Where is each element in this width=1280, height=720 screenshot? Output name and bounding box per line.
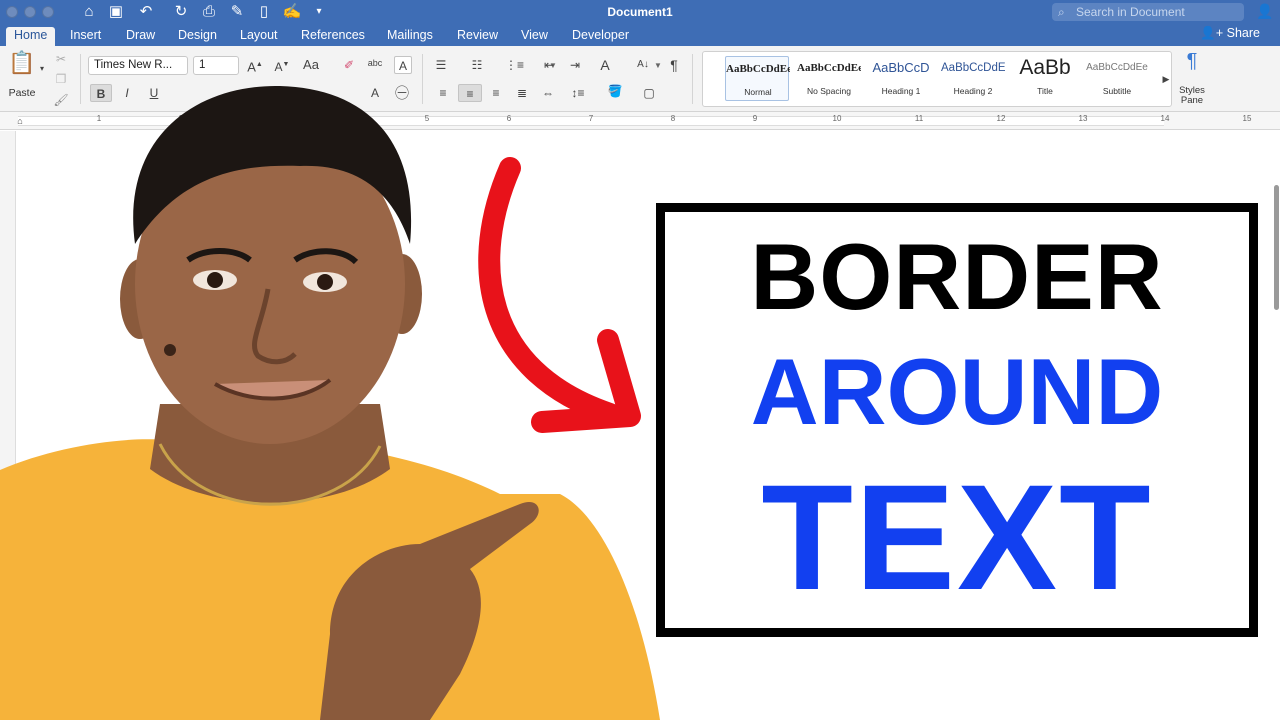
style-name: Subtitle [1102, 86, 1132, 96]
text-effects-icon[interactable]: A [596, 56, 614, 74]
styles-pane-icon[interactable]: ¶ [1180, 51, 1204, 82]
phonetic-guide-icon[interactable]: abc [366, 54, 384, 72]
style-subtitle[interactable]: AaBbCcDdEe Subtitle [1085, 56, 1149, 101]
search-placeholder: Search in Document [1076, 5, 1185, 19]
style-name: Heading 2 [953, 86, 993, 96]
decrease-indent-icon[interactable]: ⇤ [540, 56, 558, 74]
close-window-icon[interactable] [6, 6, 18, 18]
styles-pane-label[interactable]: Styles Pane [1172, 86, 1212, 106]
ruler-number: 12 [996, 114, 1006, 123]
tab-draw[interactable]: Draw [118, 27, 163, 46]
edit-icon[interactable]: ✎ [227, 3, 247, 21]
heading-line-text: TEXT [761, 453, 1153, 621]
ruler-number: 11 [914, 114, 924, 123]
font-size-combo[interactable]: 1 ▼ [193, 56, 662, 75]
bordered-text-box[interactable]: BORDER AROUND TEXT [656, 203, 1258, 637]
home-icon[interactable]: ⌂ [79, 3, 99, 21]
presenter-photo [0, 85, 660, 720]
style-title[interactable]: AaBb Title [1013, 56, 1077, 101]
increase-indent-icon[interactable]: ⇥ [566, 56, 584, 74]
tab-insert[interactable]: Insert [62, 27, 109, 46]
tab-design[interactable]: Design [170, 27, 225, 46]
heading-line-border: BORDER [750, 224, 1164, 329]
ruler-number: 9 [752, 114, 758, 123]
ribbon-tabs: Home Insert Draw Design Layout Reference… [0, 24, 1280, 46]
ruler-number: 15 [1242, 114, 1252, 123]
style-name: Heading 1 [881, 86, 921, 96]
cut-icon[interactable]: ✂ [52, 50, 70, 68]
sort-icon[interactable]: A↓ [634, 56, 652, 74]
font-size-value: 1 [199, 59, 206, 71]
multilevel-list-icon[interactable]: ⋮≡ [505, 56, 524, 74]
share-label: Share [1226, 26, 1260, 40]
ruler-number: 10 [832, 114, 842, 123]
style-heading-2[interactable]: AaBbCcDdE Heading 2 [941, 56, 1005, 101]
share-button[interactable]: 👤+ Share [1200, 26, 1260, 41]
document-title: Document1 [607, 5, 673, 19]
tab-view[interactable]: View [513, 27, 556, 46]
character-border-icon[interactable]: A [394, 56, 412, 74]
account-icon[interactable]: 👤 [1256, 3, 1273, 20]
show-formatting-icon[interactable]: ¶ [665, 56, 683, 74]
minimize-window-icon[interactable] [24, 6, 36, 18]
style-no-spacing[interactable]: AaBbCcDdEe No Spacing [797, 56, 861, 101]
clear-formatting-icon[interactable]: ✐ [340, 56, 358, 74]
add-person-icon: 👤+ [1200, 26, 1224, 40]
style-sample: AaBbCcDdE [941, 62, 1005, 74]
shrink-font-icon[interactable]: A▼ [273, 56, 291, 74]
ruler-number: 13 [1078, 114, 1088, 123]
style-name: Normal [744, 87, 772, 97]
title-bar: ⌂ ▣ ↶ ↻ ⎙ ✎ ▯ ✍ ▾ Document1 ⌕ Search in … [0, 0, 1280, 24]
style-sample: AaBb [1019, 56, 1071, 79]
redo-icon[interactable]: ↻ [171, 3, 191, 21]
tab-mailings[interactable]: Mailings [379, 27, 441, 46]
heading-line-around: AROUND [750, 339, 1164, 444]
save-icon[interactable]: ▣ [106, 3, 126, 21]
track-changes-icon[interactable]: ✍ [282, 3, 302, 21]
style-sample: AaBbCcD [872, 60, 930, 75]
right-pupil [317, 274, 333, 290]
ruler-number: 14 [1160, 114, 1170, 123]
new-document-icon[interactable]: ▯ [254, 3, 274, 21]
font-name-combo[interactable]: Times New R... ▼ [88, 56, 557, 75]
bullets-icon[interactable]: ☰ [432, 56, 450, 74]
grow-font-icon[interactable]: A▲ [246, 56, 264, 74]
zoom-window-icon[interactable] [42, 6, 54, 18]
search-input[interactable]: ⌕ Search in Document [1052, 3, 1244, 21]
tab-home[interactable]: Home [6, 27, 56, 46]
vertical-scrollbar[interactable] [1274, 185, 1279, 310]
undo-icon[interactable]: ↶ [136, 3, 156, 21]
change-case-icon[interactable]: Aa [302, 56, 320, 74]
style-name: No Spacing [807, 86, 851, 96]
style-sample: AaBbCcDdEe [797, 62, 861, 74]
left-pupil [207, 272, 223, 288]
tab-review[interactable]: Review [449, 27, 506, 46]
tab-layout[interactable]: Layout [232, 27, 286, 46]
style-name: Title [1037, 86, 1053, 96]
mole [164, 344, 176, 356]
search-icon: ⌕ [1058, 5, 1065, 19]
style-heading-1[interactable]: AaBbCcD Heading 1 [869, 56, 933, 101]
style-sample: AaBbCcDdEe [1086, 62, 1148, 73]
style-normal[interactable]: AaBbCcDdEe Normal [725, 56, 790, 101]
tab-developer[interactable]: Developer [564, 27, 637, 46]
print-icon[interactable]: ⎙ [199, 3, 219, 21]
numbering-icon[interactable]: ☷ [468, 56, 486, 74]
customize-toolbar-icon[interactable]: ▾ [309, 3, 329, 21]
tab-references[interactable]: References [293, 27, 373, 46]
styles-gallery: AaBbCcDdEe Normal AaBbCcDdEe No Spacing … [702, 51, 1172, 107]
style-sample: AaBbCcDdEe [726, 63, 790, 75]
font-name-value: Times New R... [94, 59, 173, 71]
